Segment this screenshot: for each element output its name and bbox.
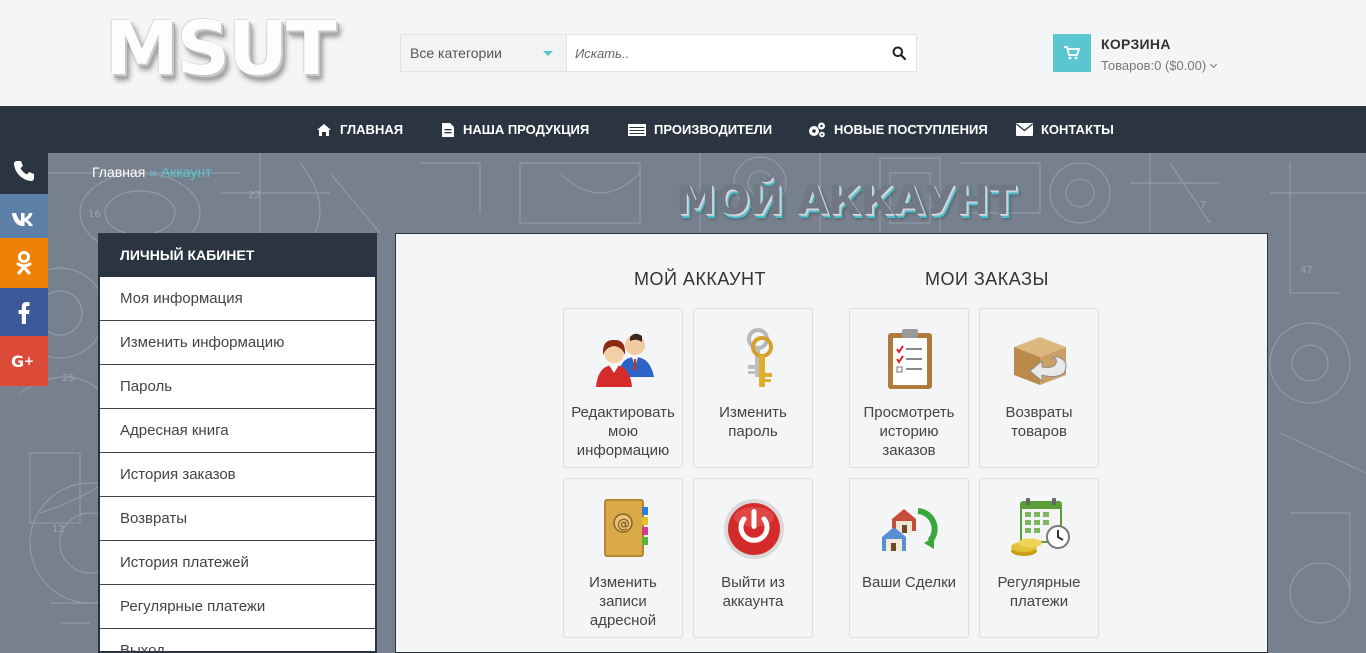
sidebar-item-my-info[interactable]: Моя информация bbox=[100, 277, 375, 321]
category-select-value: Все категории bbox=[410, 45, 502, 61]
account-sidebar: ЛИЧНЫЙ КАБИНЕТ Моя информация Изменить и… bbox=[98, 233, 377, 653]
tile-label: Выйти из аккаунта bbox=[721, 574, 785, 610]
breadcrumb: Главная » Аккаунт bbox=[92, 164, 212, 180]
nav-item-contacts[interactable]: КОНТАКТЫ bbox=[1016, 106, 1114, 153]
search-button[interactable] bbox=[882, 35, 916, 71]
tile-product-returns[interactable]: Возвраты товаров bbox=[979, 308, 1099, 468]
home-icon bbox=[317, 123, 331, 136]
search-icon bbox=[892, 46, 906, 60]
calendar-coins-icon bbox=[1011, 498, 1070, 556]
cart-button[interactable] bbox=[1053, 34, 1091, 72]
svg-text:7: 7 bbox=[1200, 200, 1206, 211]
svg-text:G: G bbox=[11, 353, 24, 369]
tile-label: Изменить пароль bbox=[719, 404, 787, 440]
envelope-icon bbox=[1016, 123, 1033, 136]
social-google-plus[interactable]: G + bbox=[0, 336, 48, 386]
tile-label: Просмотреть историю заказов bbox=[863, 404, 955, 459]
svg-text:16: 16 bbox=[88, 209, 101, 220]
clipboard-icon bbox=[888, 329, 932, 389]
sidebar-item-payment-history[interactable]: История платежей bbox=[100, 541, 375, 585]
nav-item-label: ГЛАВНАЯ bbox=[340, 122, 404, 137]
file-icon bbox=[442, 122, 454, 137]
tile-logout[interactable]: Выйти из аккаунта bbox=[693, 478, 813, 638]
keys-icon bbox=[747, 328, 773, 387]
my-orders-heading: МОИ ЗАКАЗЫ bbox=[925, 269, 1049, 289]
users-icon bbox=[596, 333, 654, 387]
my-account-heading: МОЙ АККАУНТ bbox=[634, 269, 767, 289]
vk-icon bbox=[12, 213, 33, 226]
account-content: МОЙ АККАУНТ МОИ ЗАКАЗЫ Редактировать мою… bbox=[395, 233, 1268, 653]
social-vk[interactable] bbox=[0, 194, 48, 244]
tile-deals[interactable]: Ваши Сделки bbox=[849, 478, 969, 638]
nav-item-label: КОНТАКТЫ bbox=[1041, 122, 1114, 137]
cart-summary[interactable]: Товаров:0 ($0.00) bbox=[1101, 58, 1218, 73]
logo-text: MSUT bbox=[105, 6, 337, 92]
nav-item-products[interactable]: НАША ПРОДУКЦИЯ bbox=[441, 106, 589, 153]
tile-label: Редактировать мою информацию bbox=[571, 404, 675, 459]
sidebar-item-password[interactable]: Пароль bbox=[100, 365, 375, 409]
nav-item-new-arrivals[interactable]: НОВЫЕ ПОСТУПЛЕНИЯ bbox=[808, 106, 988, 153]
tile-edit-info[interactable]: Редактировать мою информацию bbox=[563, 308, 683, 468]
svg-text:47: 47 bbox=[1300, 265, 1313, 276]
nav-item-manufacturers[interactable]: ПРОИЗВОДИТЕЛИ bbox=[628, 106, 772, 153]
sidebar-item-order-history[interactable]: История заказов bbox=[100, 453, 375, 497]
cart-summary-text: Товаров:0 ($0.00) bbox=[1101, 58, 1207, 73]
sidebar-item-recurring-payments[interactable]: Регулярные платежи bbox=[100, 585, 375, 629]
address-book-icon: @ bbox=[604, 499, 648, 557]
search-input[interactable] bbox=[567, 35, 882, 71]
google-plus-icon: G + bbox=[11, 353, 34, 369]
main-nav: ГЛАВНАЯ НАША ПРОДУКЦИЯ ПРОИЗВОДИТЕЛИ НОВ… bbox=[0, 106, 1366, 153]
caret-down-icon bbox=[543, 51, 553, 56]
tile-order-history[interactable]: Просмотреть историю заказов bbox=[849, 308, 969, 468]
return-box-icon bbox=[1014, 337, 1067, 385]
social-facebook[interactable] bbox=[0, 288, 48, 338]
search-bar: Все категории bbox=[400, 34, 917, 72]
nav-item-label: ПРОИЗВОДИТЕЛИ bbox=[654, 122, 773, 137]
cart-icon bbox=[1064, 46, 1080, 60]
nav-item-home[interactable]: ГЛАВНАЯ bbox=[316, 106, 403, 153]
sidebar-item-logout[interactable]: Выход bbox=[100, 629, 375, 651]
breadcrumb-current[interactable]: Аккаунт bbox=[161, 164, 212, 180]
cart-title[interactable]: КОРЗИНА bbox=[1101, 36, 1171, 52]
page-title: МОЙ АККАУНТ bbox=[676, 178, 1017, 224]
svg-text:25: 25 bbox=[62, 373, 75, 384]
house-deals-icon bbox=[882, 508, 938, 551]
gears-icon bbox=[809, 122, 825, 137]
tile-label: Изменить записи адресной bbox=[589, 574, 657, 629]
tile-label: Ваши Сделки bbox=[861, 574, 957, 591]
svg-text:+: + bbox=[24, 354, 34, 368]
svg-text:12: 12 bbox=[52, 524, 65, 535]
nav-item-label: НАША ПРОДУКЦИЯ bbox=[463, 122, 590, 137]
list-icon bbox=[628, 123, 646, 136]
category-select[interactable]: Все категории bbox=[401, 35, 567, 71]
logo[interactable]: MSUT bbox=[105, 4, 337, 100]
tile-change-password[interactable]: Изменить пароль bbox=[693, 308, 813, 468]
svg-text:22: 22 bbox=[248, 190, 261, 201]
social-odnoklassniki[interactable] bbox=[0, 238, 48, 288]
sidebar-item-address-book[interactable]: Адресная книга bbox=[100, 409, 375, 453]
power-icon bbox=[724, 499, 784, 559]
social-phone[interactable] bbox=[0, 146, 48, 196]
header: MSUT Все категории КОРЗИНА Товаров:0 ($0… bbox=[0, 0, 1366, 106]
chevron-down-icon bbox=[1210, 60, 1218, 69]
nav-item-label: НОВЫЕ ПОСТУПЛЕНИЯ bbox=[834, 122, 988, 137]
svg-text:@: @ bbox=[617, 517, 630, 532]
tile-recurring-payments[interactable]: Регулярные платежи bbox=[979, 478, 1099, 638]
tile-address-book[interactable]: @ Изменить записи адресной bbox=[563, 478, 683, 638]
odnoklassniki-icon bbox=[16, 251, 32, 275]
sidebar-item-returns[interactable]: Возвраты bbox=[100, 497, 375, 541]
breadcrumb-separator: » bbox=[149, 164, 157, 180]
sidebar-title: ЛИЧНЫЙ КАБИНЕТ bbox=[100, 233, 375, 277]
phone-icon bbox=[14, 161, 34, 181]
tile-label: Регулярные платежи bbox=[997, 574, 1081, 610]
tile-label: Возвраты товаров bbox=[1005, 404, 1073, 440]
breadcrumb-home[interactable]: Главная bbox=[92, 164, 145, 180]
sidebar-item-edit-info[interactable]: Изменить информацию bbox=[100, 321, 375, 365]
facebook-icon bbox=[18, 302, 30, 324]
